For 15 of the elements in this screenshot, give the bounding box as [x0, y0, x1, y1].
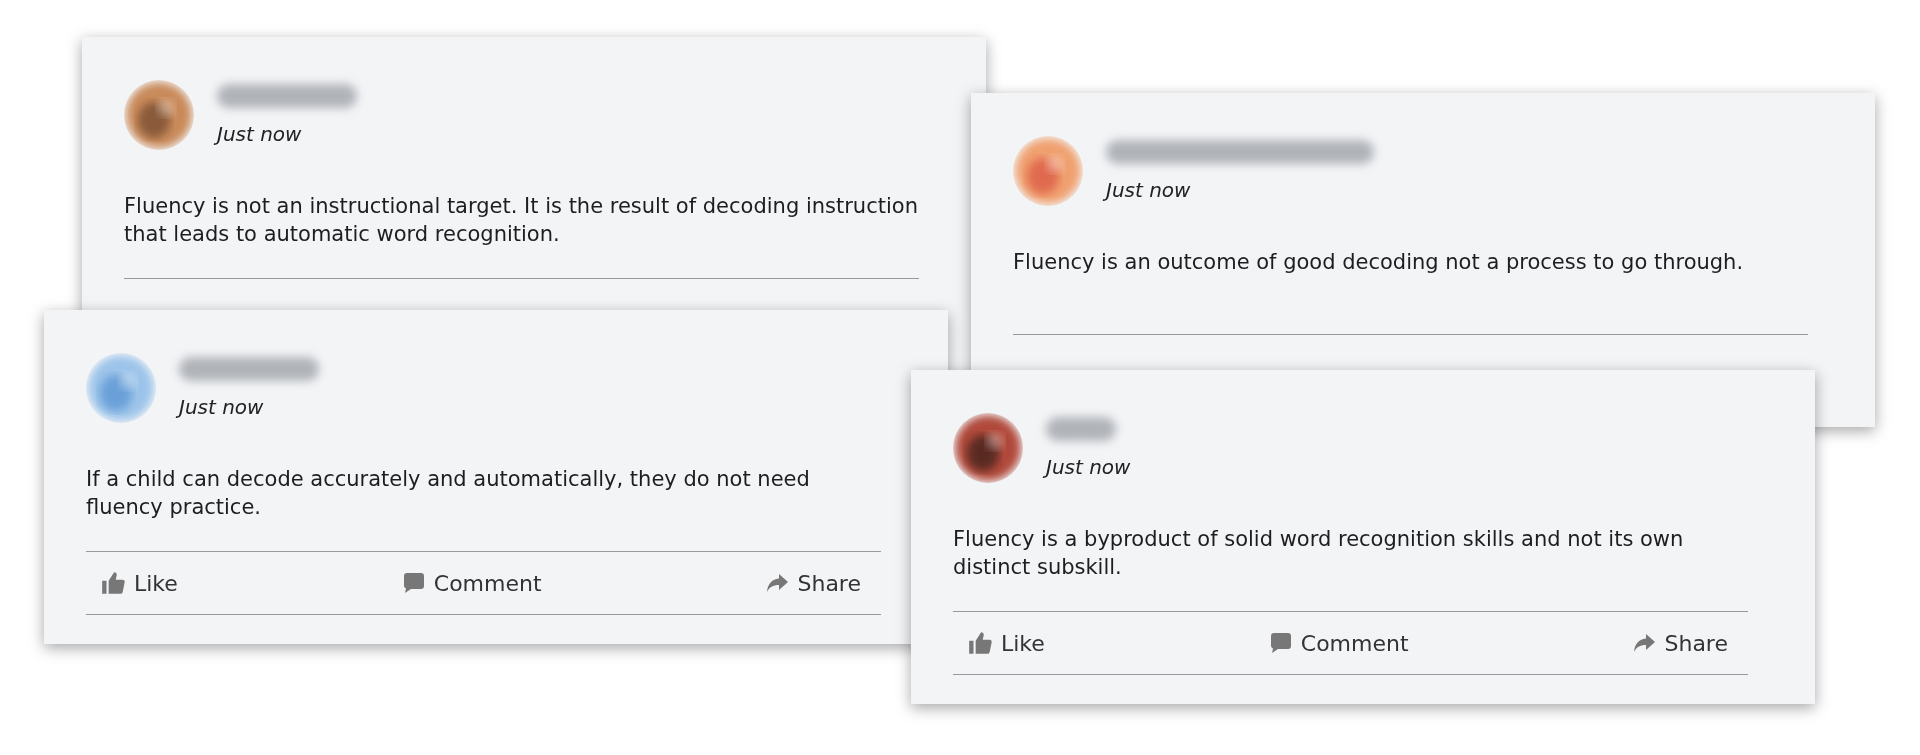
post-text: Fluency is a byproduct of solid word recognition skills and not its own distinct subskill. — [953, 525, 1748, 612]
like-button[interactable]: Like — [100, 570, 178, 596]
thumbs-up-icon — [100, 570, 126, 596]
comment-button[interactable]: Comment — [1268, 630, 1409, 656]
speech-bubble-icon — [401, 571, 426, 595]
share-button[interactable]: Share — [1632, 630, 1728, 656]
share-button[interactable]: Share — [765, 570, 861, 596]
post-text: If a child can decode accurately and automatically, they do not need fluency practice. — [86, 465, 881, 552]
thumbs-up-icon — [967, 630, 993, 656]
post-text: Fluency is not an instructional target. It is the result of decoding instruction that leads to automatic word recognition. — [124, 192, 919, 279]
like-button[interactable]: Like — [967, 630, 1045, 656]
post-text: Fluency is an outcome of good decoding not a process to go through. — [1013, 248, 1808, 335]
speech-bubble-icon — [1268, 631, 1293, 655]
blurred-name — [1046, 417, 1116, 441]
comment-button[interactable]: Comment — [401, 570, 542, 596]
